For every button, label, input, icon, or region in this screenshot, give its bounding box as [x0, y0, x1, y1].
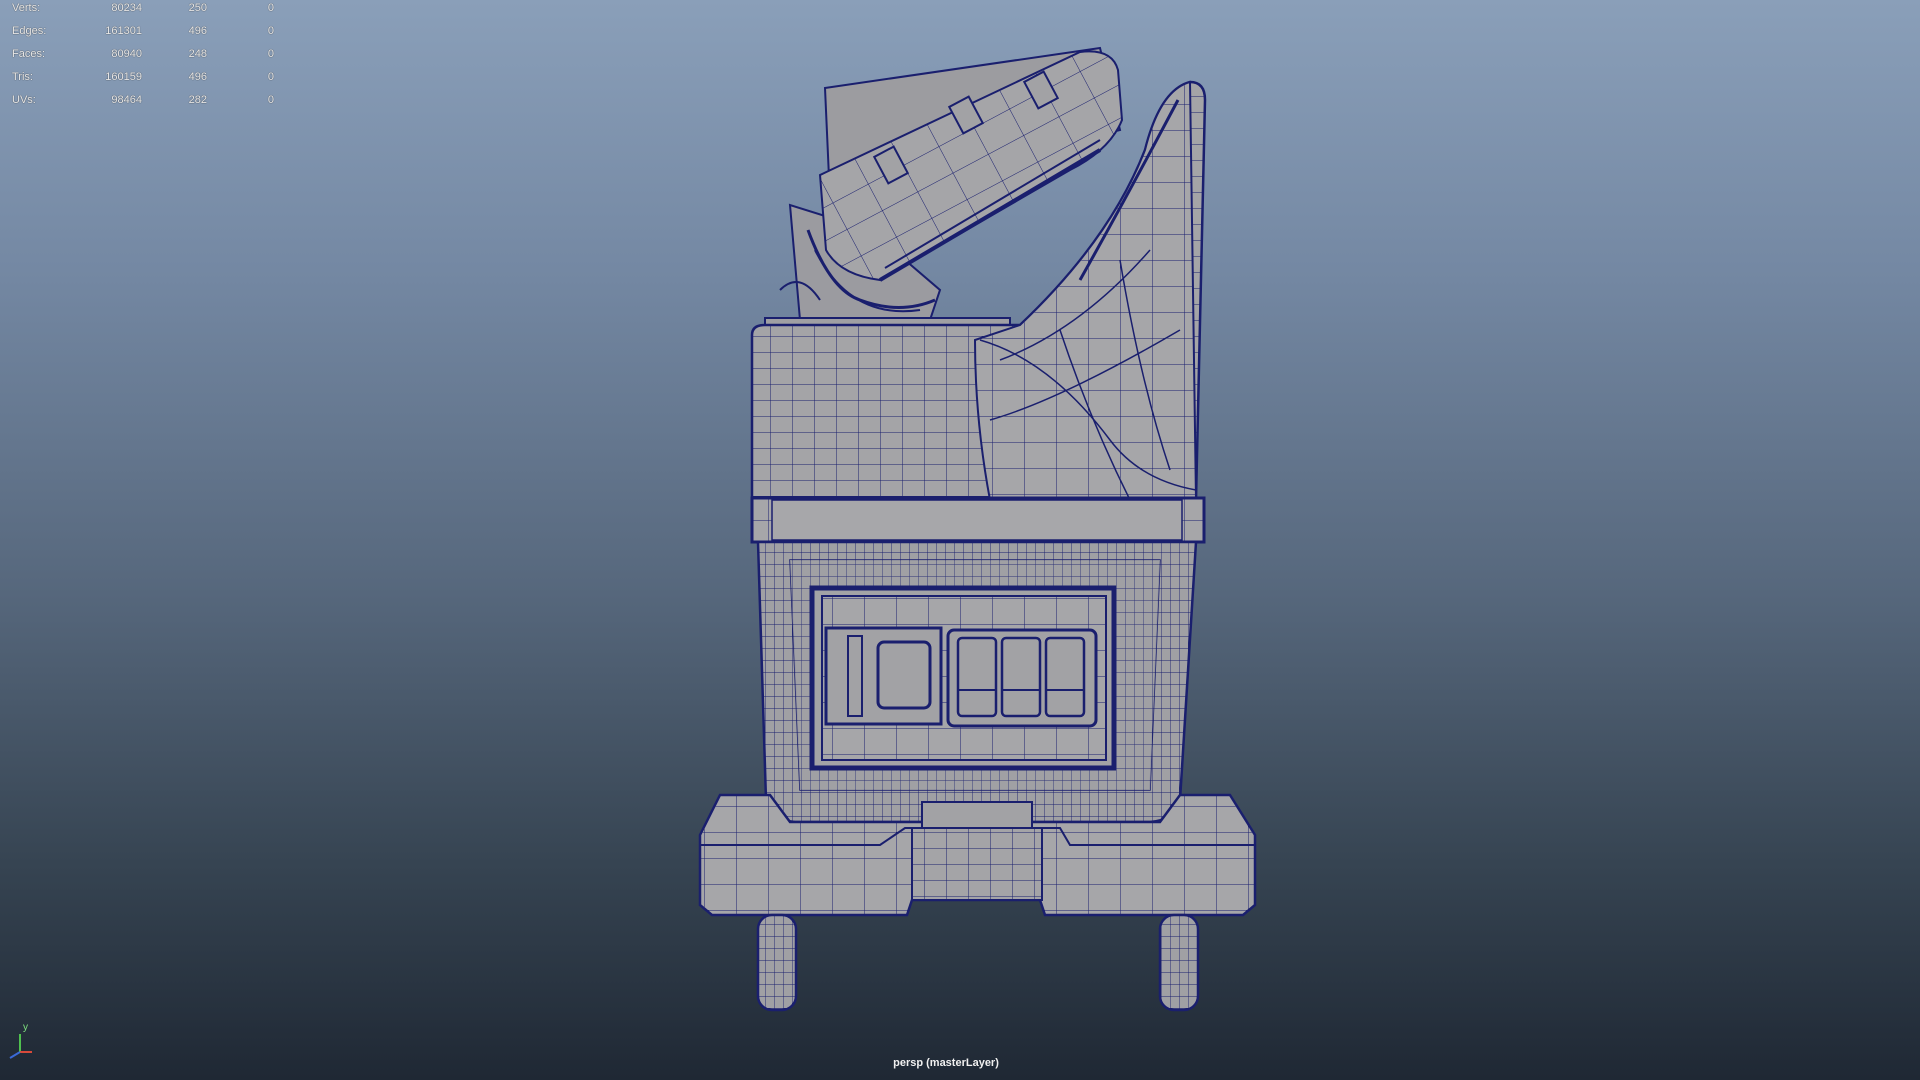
- cart-middle-band: [750, 496, 1206, 544]
- perspective-viewport[interactable]: Verts: 80234 250 0 Edges: 161301 496 0 F…: [0, 0, 1920, 1080]
- cart-wheels: [756, 913, 1200, 1012]
- camera-label: persp (masterLayer): [893, 1057, 999, 1069]
- axis-gizmo-icon: y: [6, 1020, 36, 1060]
- cart-base: [698, 793, 1257, 917]
- control-panel: [809, 585, 1117, 771]
- wireframe-cart-model[interactable]: [0, 0, 1920, 1080]
- axis-y-label: y: [23, 1022, 28, 1033]
